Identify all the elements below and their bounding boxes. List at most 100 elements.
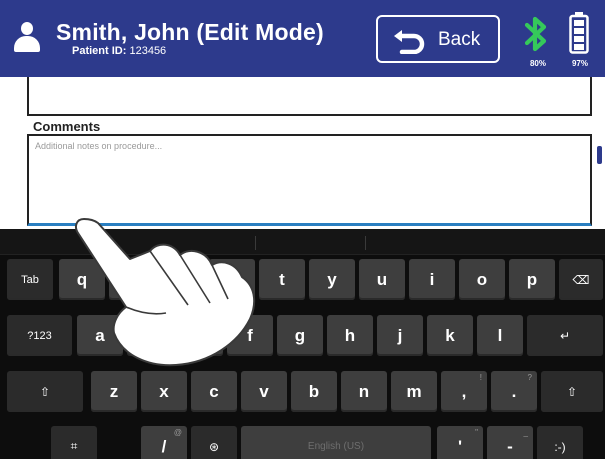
shift-icon: ⇧ — [566, 384, 578, 399]
key-alt-label: ? — [527, 373, 532, 382]
bluetooth-level: 80% — [529, 59, 546, 68]
key-label: d — [194, 325, 206, 345]
settings-key[interactable]: ⌗ — [51, 426, 97, 459]
key-o[interactable]: o — [459, 259, 505, 300]
key-label: c — [209, 381, 219, 401]
key-x[interactable]: x — [141, 371, 187, 412]
key-r[interactable]: r — [209, 259, 255, 300]
key-label: n — [358, 381, 370, 401]
key-y[interactable]: y — [309, 259, 355, 300]
key-label: z — [109, 381, 119, 401]
key-m[interactable]: m — [391, 371, 437, 412]
key-a[interactable]: a — [77, 315, 123, 356]
key-q[interactable]: q — [59, 259, 105, 300]
key-apostrophe[interactable]: ' " — [437, 426, 483, 459]
bluetooth-icon — [524, 16, 547, 52]
key-slash[interactable]: / @ — [141, 426, 187, 459]
key-u[interactable]: u — [359, 259, 405, 300]
key-b[interactable]: b — [291, 371, 337, 412]
key-j[interactable]: j — [377, 315, 423, 356]
globe-icon: ⊛ — [208, 439, 220, 454]
shift-key[interactable]: ⇧ — [7, 371, 83, 412]
battery-icon — [569, 12, 589, 54]
key-h[interactable]: h — [327, 315, 373, 356]
key-comma[interactable]: ,! — [441, 371, 487, 412]
page-title: Smith, John (Edit Mode) — [56, 19, 324, 45]
key-label: r — [228, 269, 236, 289]
enter-icon: ↵ — [559, 328, 571, 343]
patient-id-value: 123456 — [129, 45, 167, 57]
shift-key[interactable]: ⇧ — [541, 371, 603, 412]
key-label: p — [526, 269, 538, 289]
key-d[interactable]: d — [177, 315, 223, 356]
back-button[interactable]: Back — [376, 15, 500, 63]
key-label: j — [397, 325, 403, 345]
app-header: Smith, John (Edit Mode) Patient ID: 1234… — [0, 0, 605, 77]
key-label: m — [406, 381, 422, 401]
back-button-label: Back — [438, 29, 481, 50]
patient-avatar-icon — [14, 22, 40, 52]
key-n[interactable]: n — [341, 371, 387, 412]
key-label: l — [497, 325, 503, 345]
comments-field[interactable] — [27, 134, 592, 226]
key-label: e — [177, 269, 187, 289]
key-e[interactable]: e — [159, 259, 205, 300]
key-dash[interactable]: - _ — [487, 426, 533, 459]
key-label: . — [511, 381, 517, 401]
patient-id: Patient ID: 123456 — [72, 45, 166, 57]
key-label: t — [279, 269, 285, 289]
key-t[interactable]: t — [259, 259, 305, 300]
key-label: ' — [457, 436, 463, 456]
key-label: s — [145, 325, 155, 345]
key-label: i — [429, 269, 435, 289]
comments-label: Comments — [33, 119, 101, 134]
key-label: / — [161, 436, 167, 456]
previous-text-field[interactable] — [27, 77, 592, 116]
space-key[interactable]: English (US) — [241, 426, 431, 459]
key-v[interactable]: v — [241, 371, 287, 412]
key-i[interactable]: i — [409, 259, 455, 300]
settings-icon: ⌗ — [70, 439, 78, 453]
key-g[interactable]: g — [277, 315, 323, 356]
key-k[interactable]: k — [427, 315, 473, 356]
key-p[interactable]: p — [509, 259, 555, 300]
form-area: Comments — [0, 77, 605, 229]
backspace-key[interactable]: ⌫ — [559, 259, 603, 300]
key-l[interactable]: l — [477, 315, 523, 356]
key-label: q — [76, 269, 88, 289]
key-q123[interactable]: ?123 — [7, 315, 72, 356]
key-period[interactable]: .? — [491, 371, 537, 412]
onscreen-keyboard: Tab q w e r t y u i o p ⌫ ?123 a s d f g h j k l ↵ ⇧ z x c v b n m,!.?… — [0, 229, 605, 459]
key-label: g — [294, 325, 306, 345]
key-alt-label: ! — [479, 373, 482, 382]
key-label: Tab — [21, 273, 39, 286]
key-label: English (US) — [307, 441, 365, 452]
key-label: k — [445, 325, 455, 345]
key-colondashparen[interactable]: :-) — [537, 426, 583, 459]
key-Tab[interactable]: Tab — [7, 259, 53, 300]
battery-level: 97% — [571, 59, 588, 68]
scrollbar-thumb[interactable] — [597, 146, 602, 164]
shift-icon: ⇧ — [39, 384, 51, 399]
key-alt-label: @ — [173, 428, 182, 437]
key-c[interactable]: c — [191, 371, 237, 412]
back-arrow-icon — [394, 30, 425, 54]
key-label: ?123 — [27, 329, 52, 342]
key-alt-label: _ — [523, 428, 528, 437]
key-label: w — [125, 269, 139, 289]
key-label: - — [507, 436, 513, 456]
key-s[interactable]: s — [127, 315, 173, 356]
key-label: b — [308, 381, 320, 401]
key-label: h — [344, 325, 356, 345]
enter-key[interactable]: ↵ — [527, 315, 603, 356]
key-label: a — [95, 325, 105, 345]
key-label: u — [376, 269, 388, 289]
key-label: y — [327, 269, 337, 289]
key-alt-label: " — [475, 428, 478, 437]
globe-key[interactable]: ⊛ — [191, 426, 237, 459]
key-label: :-) — [554, 439, 566, 454]
key-w[interactable]: w — [109, 259, 155, 300]
key-f[interactable]: f — [227, 315, 273, 356]
key-z[interactable]: z — [91, 371, 137, 412]
key-label: o — [476, 269, 488, 289]
